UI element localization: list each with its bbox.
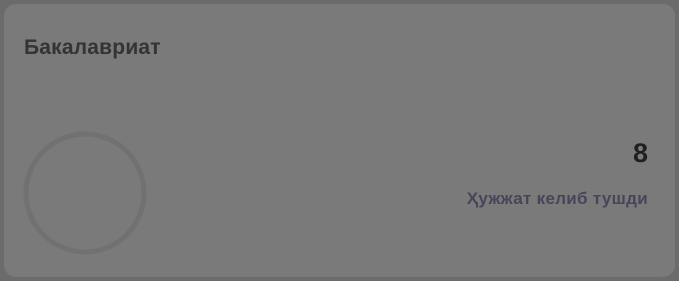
progress-ring (23, 131, 147, 255)
document-count: 8 (632, 138, 648, 168)
card-title: Бакалавриат (24, 36, 161, 59)
bachelor-stat-card: Бакалавриат 8 Ҳужжат келиб тушди (4, 4, 675, 277)
document-count-label: Ҳужжат келиб тушди (466, 189, 648, 208)
progress-ring-track (23, 131, 147, 255)
